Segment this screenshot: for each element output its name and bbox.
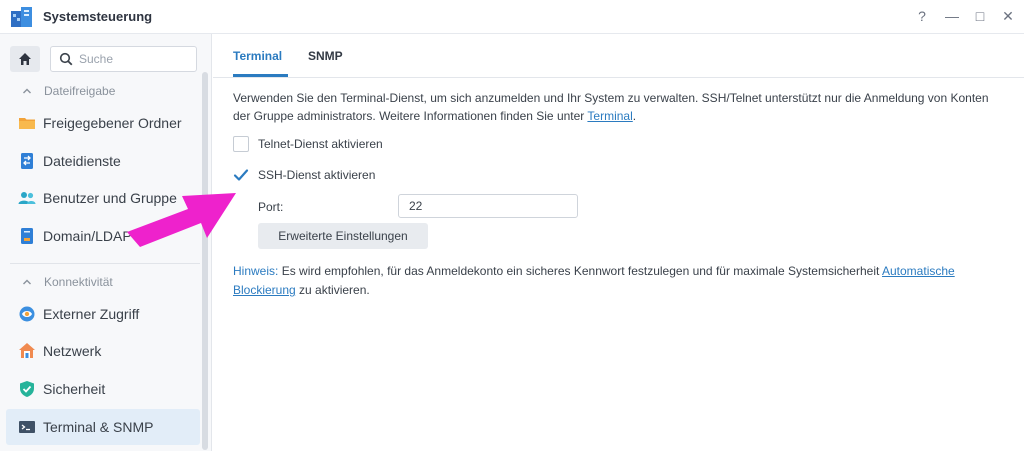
network-icon bbox=[19, 343, 35, 358]
ssh-option: SSH-Dienst aktivieren bbox=[233, 167, 375, 183]
external-access-icon bbox=[19, 306, 35, 322]
sidebar-item-label: Externer Zugriff bbox=[43, 306, 140, 322]
sidebar-item-security[interactable]: Sicherheit bbox=[6, 371, 200, 407]
sidebar-item-label: Domain/LDAP bbox=[43, 228, 132, 244]
tab-terminal[interactable]: Terminal bbox=[233, 49, 282, 63]
port-input[interactable] bbox=[398, 194, 578, 218]
sidebar-item-network[interactable]: Netzwerk bbox=[6, 333, 200, 369]
advanced-settings-button[interactable]: Erweiterte Einstellungen bbox=[258, 223, 428, 249]
sidebar-item-external-access[interactable]: Externer Zugriff bbox=[6, 296, 200, 332]
hint-prefix: Hinweis: bbox=[233, 264, 279, 278]
telnet-label: Telnet-Dienst aktivieren bbox=[258, 137, 383, 151]
main-panel: Terminal SNMP Verwenden Sie den Terminal… bbox=[213, 34, 1024, 451]
domain-ldap-icon bbox=[21, 228, 33, 244]
section-label: Konnektivität bbox=[44, 275, 113, 289]
active-tab-indicator bbox=[233, 74, 288, 77]
shared-folder-icon bbox=[19, 118, 35, 129]
sidebar-item-terminal-snmp[interactable]: Terminal & SNMP bbox=[6, 409, 200, 445]
minimize-button[interactable]: — bbox=[941, 5, 963, 27]
sidebar-item-label: Freigegebener Ordner bbox=[43, 115, 182, 131]
hint-text: Es wird empfohlen, für das Anmeldekonto … bbox=[278, 264, 882, 278]
description-end: . bbox=[632, 109, 637, 123]
sidebar-item-users-groups[interactable]: Benutzer und Gruppe bbox=[6, 180, 200, 216]
telnet-option: Telnet-Dienst aktivieren bbox=[233, 136, 383, 152]
help-button[interactable]: ? bbox=[911, 5, 933, 27]
ssh-checkbox[interactable] bbox=[233, 167, 249, 183]
close-button[interactable]: ✕ bbox=[997, 5, 1019, 27]
section-connectivity[interactable]: Konnektivität bbox=[22, 275, 113, 289]
terminal-help-link[interactable]: Terminal bbox=[587, 109, 632, 123]
checkmark-icon bbox=[233, 169, 249, 181]
sidebar-item-label: Sicherheit bbox=[43, 381, 106, 397]
section-label: Dateifreigabe bbox=[44, 84, 116, 98]
search-input[interactable] bbox=[79, 50, 189, 68]
close-icon: ✕ bbox=[1002, 7, 1014, 24]
chevron-up-icon bbox=[23, 88, 31, 94]
hint-end: zu aktivieren. bbox=[295, 283, 370, 297]
maximize-icon: □ bbox=[975, 8, 985, 24]
sidebar-item-label: Terminal & SNMP bbox=[43, 419, 154, 435]
telnet-checkbox[interactable] bbox=[233, 136, 249, 152]
home-icon bbox=[19, 53, 31, 65]
search-icon bbox=[59, 52, 73, 66]
ssh-label: SSH-Dienst aktivieren bbox=[258, 168, 376, 182]
sidebar-divider bbox=[10, 263, 200, 264]
title-bar: Systemsteuerung ? — □ ✕ bbox=[0, 0, 1024, 34]
sidebar-item-shared-folder[interactable]: Freigegebener Ordner bbox=[6, 105, 200, 141]
tab-bar: Terminal SNMP bbox=[213, 34, 1024, 78]
chevron-up-icon bbox=[23, 279, 31, 285]
terminal-icon bbox=[19, 421, 35, 433]
terminal-description: Verwenden Sie den Terminal-Dienst, um si… bbox=[233, 89, 993, 125]
sidebar: Dateifreigabe Freigegebener Ordner Datei… bbox=[0, 34, 212, 451]
sidebar-item-file-services[interactable]: Dateidienste bbox=[6, 143, 200, 179]
file-services-icon bbox=[21, 153, 33, 169]
sidebar-item-label: Netzwerk bbox=[43, 343, 102, 359]
window-title: Systemsteuerung bbox=[43, 9, 153, 24]
control-panel-app-icon bbox=[11, 7, 32, 27]
sidebar-scrollbar[interactable] bbox=[202, 72, 208, 450]
search-box[interactable] bbox=[50, 46, 197, 72]
tab-snmp[interactable]: SNMP bbox=[308, 49, 343, 63]
home-button[interactable] bbox=[10, 46, 40, 72]
help-icon: ? bbox=[918, 8, 926, 24]
sidebar-item-label: Benutzer und Gruppe bbox=[43, 190, 177, 206]
maximize-button[interactable]: □ bbox=[969, 5, 991, 27]
security-hint: Hinweis: Es wird empfohlen, für das Anme… bbox=[233, 262, 1003, 300]
minimize-icon: — bbox=[945, 8, 959, 24]
sidebar-item-domain-ldap[interactable]: Domain/LDAP bbox=[6, 218, 200, 254]
sidebar-item-label: Dateidienste bbox=[43, 153, 121, 169]
security-shield-icon bbox=[20, 381, 34, 397]
section-file-sharing[interactable]: Dateifreigabe bbox=[22, 84, 115, 98]
port-label: Port: bbox=[258, 200, 284, 214]
users-icon bbox=[18, 192, 36, 204]
